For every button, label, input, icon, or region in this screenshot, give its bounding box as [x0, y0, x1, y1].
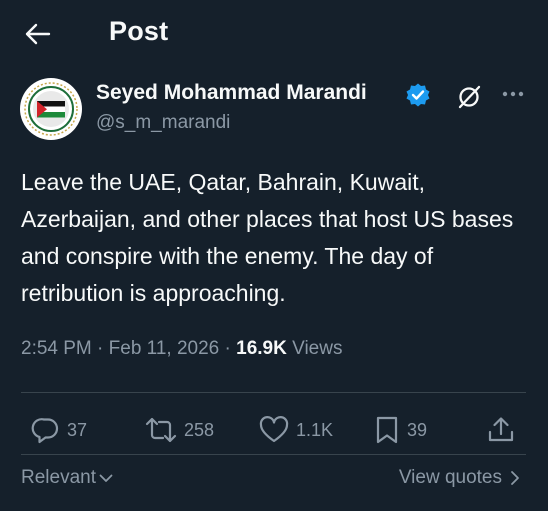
chevron-down-icon	[99, 474, 113, 482]
top-bar: Post	[0, 0, 548, 68]
divider	[21, 392, 526, 393]
bookmark-count: 39	[407, 419, 428, 440]
post-meta: 2:54 PM · Feb 11, 2026 · 16.9K Views	[21, 338, 342, 360]
views-count: 16.9K	[236, 338, 287, 359]
view-quotes-label: View quotes	[398, 467, 502, 488]
meta-separator: ·	[97, 338, 104, 359]
post-text: Leave the UAE, Qatar, Bahrain, Kuwait, A…	[21, 169, 514, 306]
reply-button[interactable]: 37	[31, 410, 87, 450]
like-count: 1.1K	[296, 419, 334, 440]
sort-dropdown[interactable]: Relevant	[21, 467, 114, 489]
more-options-icon[interactable]	[500, 86, 526, 102]
arrow-left-icon	[25, 23, 51, 45]
reply-icon	[31, 418, 59, 444]
sort-label: Relevant	[21, 467, 96, 488]
repost-icon	[145, 417, 177, 443]
divider	[21, 454, 526, 455]
like-button[interactable]: 1.1K	[258, 410, 333, 450]
bookmark-button[interactable]: 39	[373, 410, 427, 450]
post-time[interactable]: 2:54 PM	[21, 338, 92, 359]
views-label: Views	[292, 338, 343, 359]
action-bar: 37 258 1.1K 39	[0, 410, 548, 450]
repost-count: 258	[184, 419, 215, 440]
post-date[interactable]: Feb 11, 2026	[109, 338, 220, 359]
bookmark-icon	[376, 416, 398, 444]
share-icon	[488, 417, 514, 442]
back-button[interactable]	[22, 20, 52, 48]
avatar-logo-icon	[21, 79, 81, 139]
author-name[interactable]: Seyed Mohammad Marandi	[96, 81, 367, 105]
reply-count: 37	[67, 419, 88, 440]
avatar[interactable]	[20, 78, 82, 140]
page-title: Post	[109, 16, 169, 46]
share-button[interactable]	[486, 410, 516, 450]
verified-badge-icon	[405, 82, 431, 108]
heart-icon	[259, 416, 289, 443]
meta-separator: ·	[224, 338, 231, 359]
grok-icon[interactable]	[455, 83, 483, 111]
author-handle[interactable]: @s_m_marandi	[96, 112, 230, 134]
chevron-right-icon	[511, 471, 519, 485]
view-quotes-link[interactable]: View quotes	[399, 467, 522, 489]
repost-button[interactable]: 258	[144, 410, 214, 450]
